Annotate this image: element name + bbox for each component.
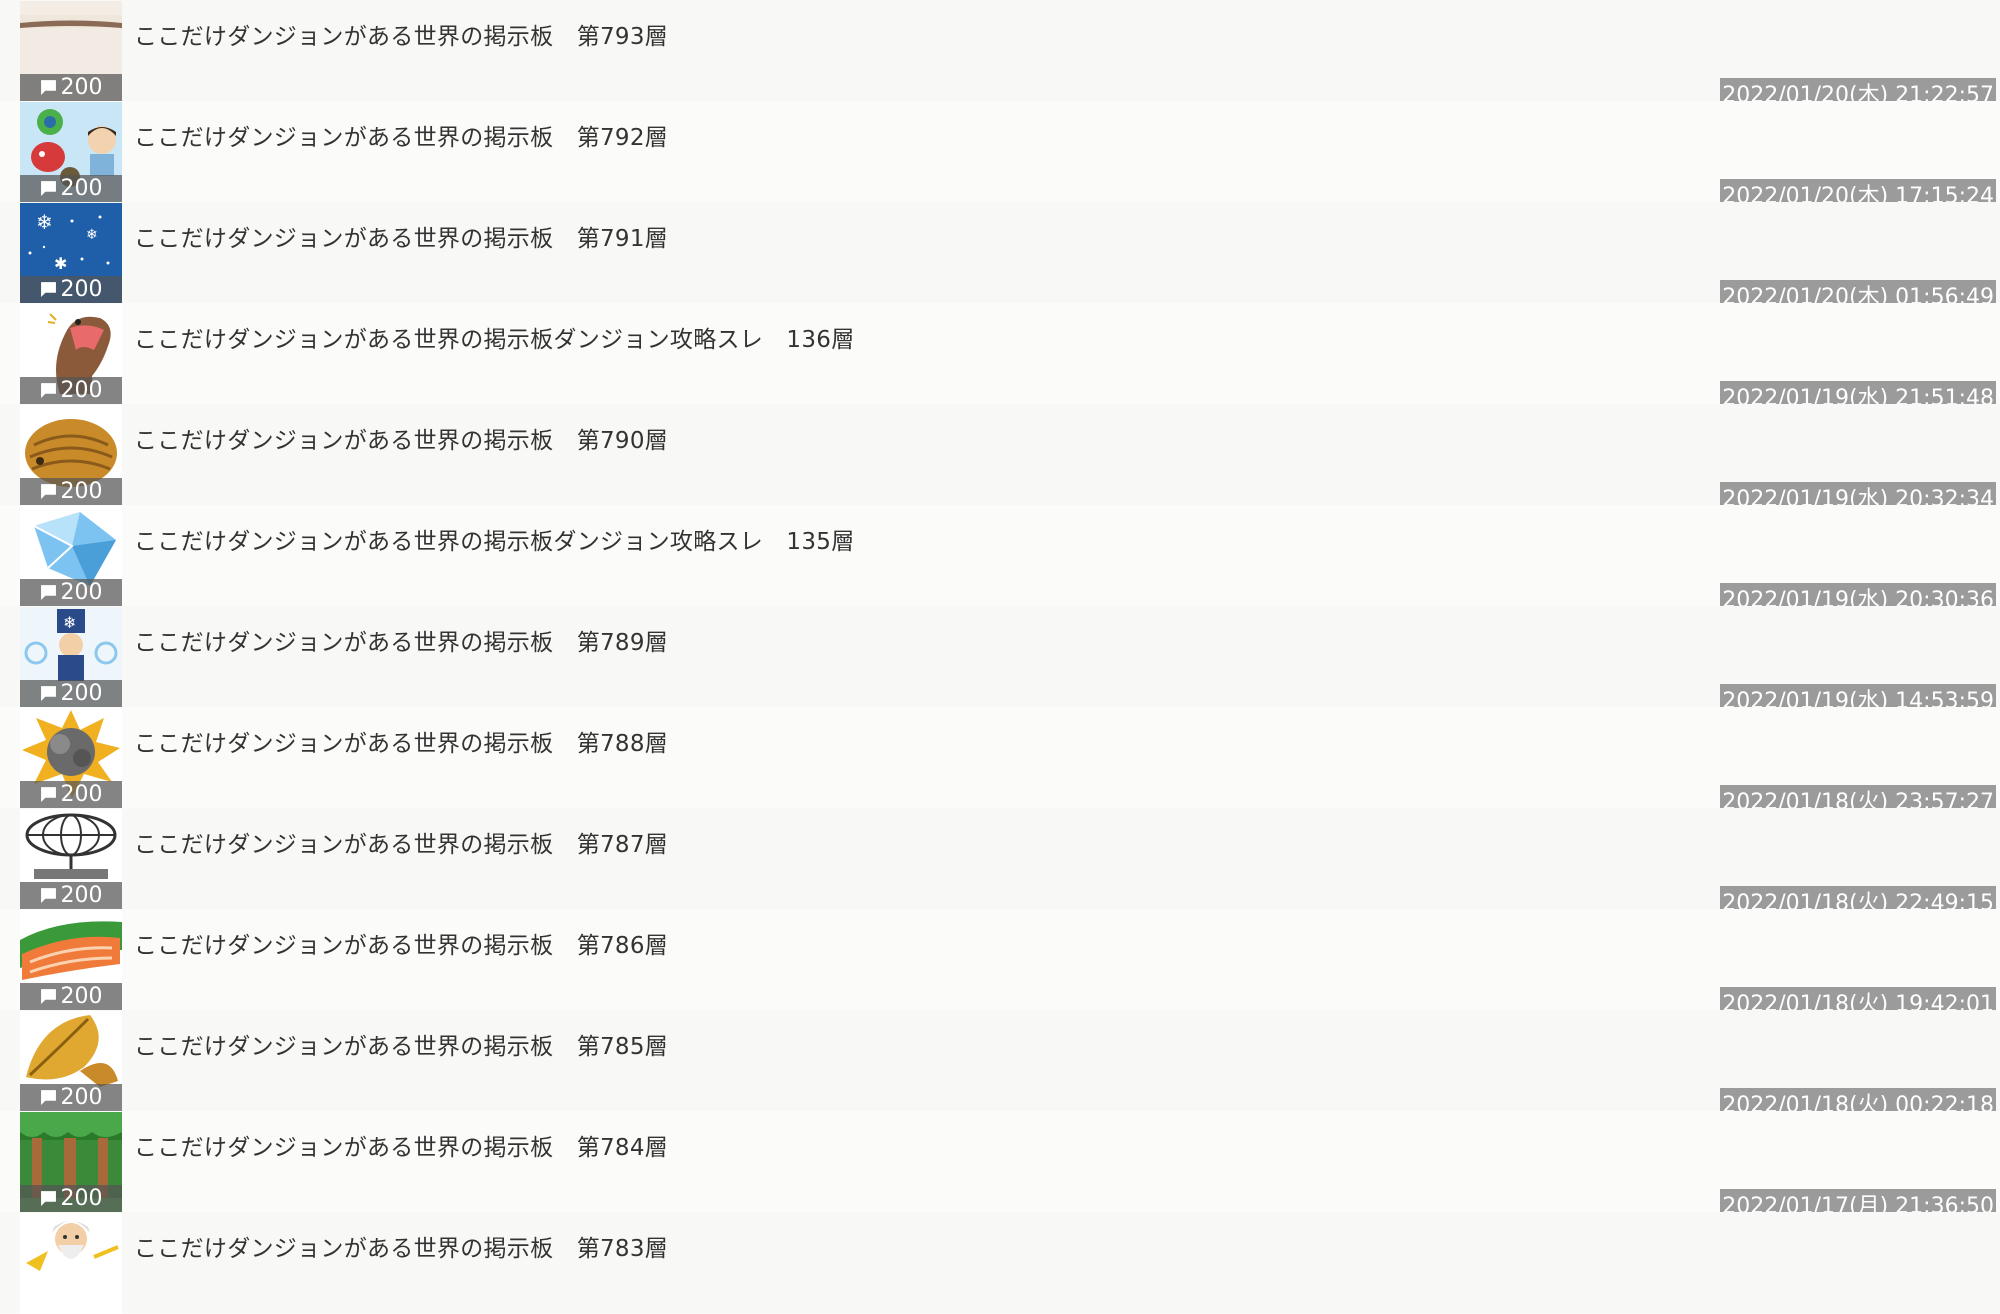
thread-row[interactable]: 200 ここだけダンジョンがある世界の掲示板 第786層 2022/01/18(… [0, 909, 2000, 1023]
thread-title[interactable]: ここだけダンジョンがある世界の掲示板 第789層 [134, 623, 668, 657]
thread-row[interactable]: 200 ここだけダンジョンがある世界の掲示板 第788層 2022/01/18(… [0, 707, 2000, 821]
svg-text:❄: ❄ [86, 227, 98, 243]
thread-row[interactable]: 200 ここだけダンジョンがある世界の掲示板 第793層 2022/01/20(… [0, 0, 2000, 114]
reply-count: 200 [60, 681, 103, 706]
old-man-thumbnail [20, 1213, 122, 1314]
thread-title[interactable]: ここだけダンジョンがある世界の掲示板 第787層 [134, 825, 668, 859]
salmon-thumbnail: 200 [20, 910, 122, 1011]
reply-count-badge: 200 [20, 175, 122, 203]
snow-night-thumbnail: ❄ ❄ ✱ 200 [20, 203, 122, 304]
reply-count: 200 [60, 883, 103, 908]
reply-count-badge: 200 [20, 276, 122, 304]
svg-text:✱: ✱ [54, 254, 67, 273]
thread-row[interactable]: 200 ここだけダンジョンがある世界の掲示板 第785層 2022/01/18(… [0, 1010, 2000, 1124]
reply-count-badge: 200 [20, 1084, 122, 1112]
reply-count-badge: 200 [20, 478, 122, 506]
thread-row[interactable]: ここだけダンジョンがある世界の掲示板 第783層 [0, 1212, 2000, 1314]
isopod-thumbnail: 200 [20, 405, 122, 506]
reply-count: 200 [60, 782, 103, 807]
thread-row[interactable]: 200 ここだけダンジョンがある世界の掲示板 第784層 2022/01/17(… [0, 1111, 2000, 1225]
reply-count: 200 [60, 75, 103, 100]
thread-list: 200 ここだけダンジョンがある世界の掲示板 第793層 2022/01/20(… [0, 0, 2000, 1314]
thread-title[interactable]: ここだけダンジョンがある世界の掲示板 第790層 [134, 421, 668, 455]
comment-icon [40, 383, 56, 398]
forest-thumbnail: 200 [20, 1112, 122, 1213]
reply-count-badge: 200 [20, 882, 122, 910]
thread-title[interactable]: ここだけダンジョンがある世界の掲示板 第788層 [134, 724, 668, 758]
reply-count-badge: 200 [20, 983, 122, 1011]
comment-icon [40, 585, 56, 600]
blank-bg-thumbnail: 200 [20, 1, 122, 102]
thread-title[interactable]: ここだけダンジョンがある世界の掲示板 第783層 [134, 1229, 668, 1263]
reply-count: 200 [60, 479, 103, 504]
ice-wizard-thumbnail: ❄ 200 [20, 607, 122, 708]
explosion-thumbnail: 200 [20, 708, 122, 809]
comment-icon [40, 80, 56, 95]
thread-title[interactable]: ここだけダンジョンがある世界の掲示板 第793層 [134, 17, 668, 51]
comment-icon [40, 686, 56, 701]
thread-title[interactable]: ここだけダンジョンがある世界の掲示板 第785層 [134, 1027, 668, 1061]
thread-row[interactable]: 200 ここだけダンジョンがある世界の掲示板ダンジョン攻略スレ 135層 202… [0, 505, 2000, 619]
thread-row[interactable]: 200 ここだけダンジョンがある世界の掲示板 第787層 2022/01/18(… [0, 808, 2000, 922]
sphere-frame-thumbnail: 200 [20, 809, 122, 910]
thread-row[interactable]: 200 ここだけダンジョンがある世界の掲示板 第792層 2022/01/20(… [0, 101, 2000, 215]
snake-thumbnail: 200 [20, 304, 122, 405]
comment-icon [40, 181, 56, 196]
reply-count: 200 [60, 984, 103, 1009]
reply-count: 200 [60, 1186, 103, 1211]
reply-count: 200 [60, 176, 103, 201]
thread-row[interactable]: 200 ここだけダンジョンがある世界の掲示板 第790層 2022/01/19(… [0, 404, 2000, 518]
svg-text:❄: ❄ [36, 210, 53, 234]
svg-text:❄: ❄ [63, 613, 76, 632]
thread-title[interactable]: ここだけダンジョンがある世界の掲示板 第792層 [134, 118, 668, 152]
thread-title[interactable]: ここだけダンジョンがある世界の掲示板ダンジョン攻略スレ 135層 [134, 522, 855, 556]
monster-boy-thumbnail: 200 [20, 102, 122, 203]
comment-icon [40, 888, 56, 903]
thread-title[interactable]: ここだけダンジョンがある世界の掲示板ダンジョン攻略スレ 136層 [134, 320, 855, 354]
thread-title[interactable]: ここだけダンジョンがある世界の掲示板 第791層 [134, 219, 668, 253]
comment-icon [40, 787, 56, 802]
crystal-thumbnail: 200 [20, 506, 122, 607]
thread-title[interactable]: ここだけダンジョンがある世界の掲示板 第786層 [134, 926, 668, 960]
reply-count-badge: 200 [20, 74, 122, 102]
comment-icon [40, 484, 56, 499]
comment-icon [40, 1090, 56, 1105]
reply-count-badge: 200 [20, 781, 122, 809]
reply-count-badge: 200 [20, 579, 122, 607]
reply-count: 200 [60, 1085, 103, 1110]
comment-icon [40, 282, 56, 297]
thread-title[interactable]: ここだけダンジョンがある世界の掲示板 第784層 [134, 1128, 668, 1162]
reply-count-badge: 200 [20, 1185, 122, 1213]
reply-count-badge: 200 [20, 680, 122, 708]
comment-icon [40, 989, 56, 1004]
feather-thumbnail: 200 [20, 1011, 122, 1112]
reply-count: 200 [60, 580, 103, 605]
comment-icon [40, 1191, 56, 1206]
thread-row[interactable]: 200 ここだけダンジョンがある世界の掲示板ダンジョン攻略スレ 136層 202… [0, 303, 2000, 417]
thread-row[interactable]: ❄ ❄ ✱ 200 ここだけダンジョンがある世界の掲示板 第791層 2022/… [0, 202, 2000, 316]
reply-count: 200 [60, 277, 103, 302]
reply-count: 200 [60, 378, 103, 403]
thread-row[interactable]: ❄ 200 ここだけダンジョンがある世界の掲示板 第789層 2022/01/1… [0, 606, 2000, 720]
reply-count-badge: 200 [20, 377, 122, 405]
